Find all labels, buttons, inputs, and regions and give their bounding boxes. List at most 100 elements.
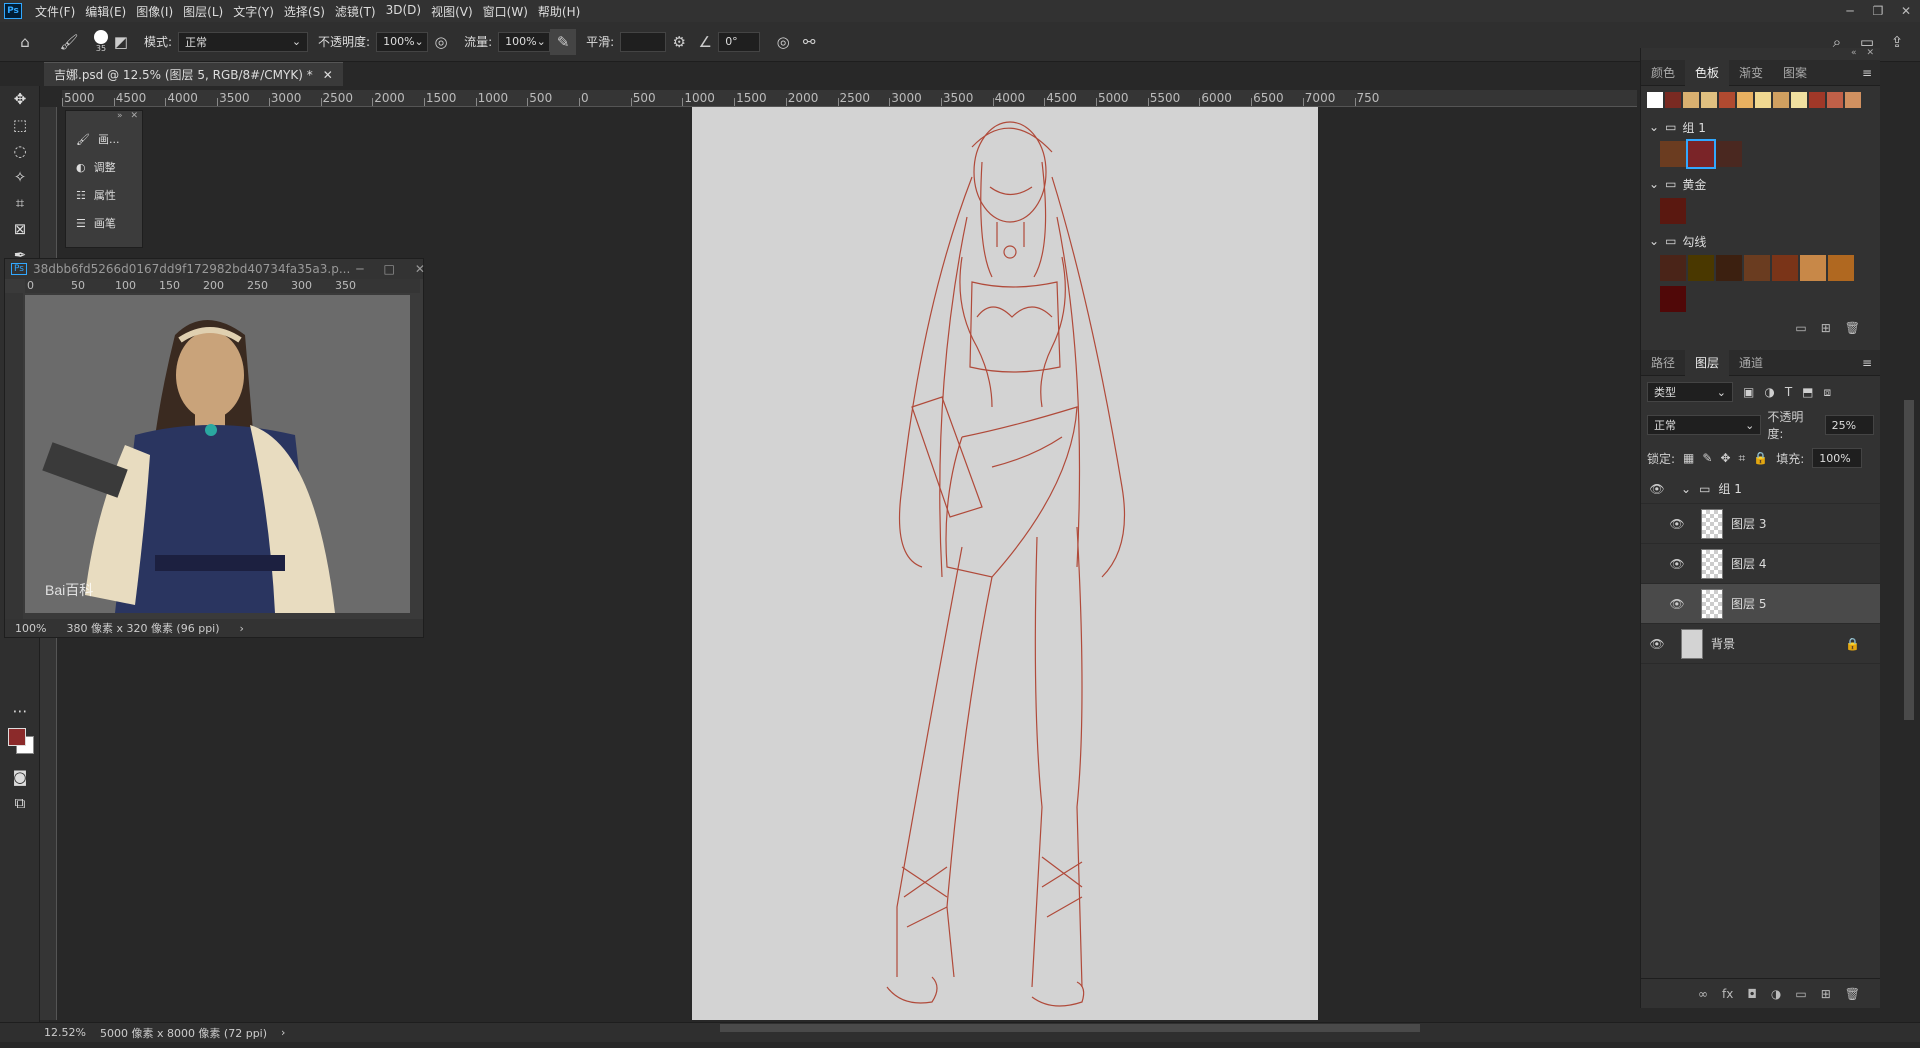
close-icon[interactable]: ✕	[1866, 48, 1874, 60]
minimize-icon[interactable]: ─	[356, 262, 363, 276]
layer-mask-icon[interactable]: ◘	[1747, 987, 1757, 1001]
layer-row[interactable]: 👁 背景 🔒	[1641, 624, 1880, 664]
menu-item-5[interactable]: 选择(S)	[279, 3, 330, 20]
chevron-down-icon[interactable]: ⌄	[1681, 482, 1691, 496]
swatch[interactable]	[1716, 255, 1742, 281]
menu-item-0[interactable]: 文件(F)	[30, 3, 80, 20]
menu-icon[interactable]: ≡	[1862, 356, 1880, 370]
layer-style-icon[interactable]: fx	[1722, 987, 1733, 1001]
pressure-size-icon[interactable]: ◎	[770, 29, 796, 55]
close-icon[interactable]: ✕	[130, 111, 138, 125]
swatch[interactable]	[1660, 141, 1686, 167]
layer-tab-2[interactable]: 通道	[1729, 350, 1773, 376]
swatch-2[interactable]	[1683, 92, 1699, 108]
close-tab-icon[interactable]: ✕	[323, 68, 333, 82]
swatch-7[interactable]	[1773, 92, 1789, 108]
new-group-icon[interactable]: ▭	[1795, 321, 1806, 335]
delete-icon[interactable]: 🗑	[1845, 321, 1860, 335]
delete-layer-icon[interactable]: 🗑	[1845, 987, 1860, 1001]
visibility-eye-icon[interactable]: 👁	[1661, 597, 1693, 611]
airbrush-icon[interactable]: ✎	[550, 28, 577, 55]
brush-preset-picker[interactable]: 35	[94, 30, 108, 53]
lock-all-icon[interactable]: 🔒	[1753, 451, 1768, 465]
magic-wand-tool-icon[interactable]: ✧	[0, 164, 40, 190]
swatch-group-2[interactable]: ⌄ ▭ 勾线	[1641, 228, 1880, 254]
float-item-1[interactable]: ◐ 调整	[66, 153, 142, 181]
expand-icon[interactable]: »	[117, 111, 123, 125]
visibility-eye-icon[interactable]: 👁	[1641, 482, 1673, 496]
menu-item-2[interactable]: 图像(I)	[131, 3, 178, 20]
layer-row[interactable]: 👁 ⌄ ▭ 组 1	[1641, 474, 1880, 504]
document-tab[interactable]: 吉娜.psd @ 12.5% (图层 5, RGB/8#/CMYK) * ✕	[44, 62, 343, 86]
swatch[interactable]	[1688, 255, 1714, 281]
swatch-tab-0[interactable]: 颜色	[1641, 60, 1685, 86]
reference-image-window[interactable]: Ps 38dbb6fd5266d0167dd9f172982bd40734fa3…	[4, 258, 425, 638]
chevron-right-icon[interactable]: ›	[240, 622, 244, 635]
layer-row[interactable]: 👁 图层 4	[1641, 544, 1880, 584]
swatch-8[interactable]	[1791, 92, 1807, 108]
reference-ruler[interactable]: 0 50 100 150 200 250 300 350	[25, 279, 420, 293]
artboard[interactable]	[692, 107, 1318, 1020]
swatch-3[interactable]	[1701, 92, 1717, 108]
layer-row[interactable]: 👁 图层 5	[1641, 584, 1880, 624]
menu-item-1[interactable]: 编辑(E)	[80, 3, 131, 20]
new-swatch-icon[interactable]: ⊞	[1821, 321, 1831, 335]
reference-zoom[interactable]: 100%	[15, 622, 46, 635]
lasso-tool-icon[interactable]: ◌	[0, 138, 40, 164]
swatch-9[interactable]	[1809, 92, 1825, 108]
menu-item-7[interactable]: 3D(D)	[381, 3, 426, 20]
link-layers-icon[interactable]: ∞	[1698, 987, 1708, 1001]
adjustment-filter-icon[interactable]: ◑	[1764, 385, 1774, 399]
swatch-0[interactable]	[1647, 92, 1663, 108]
lock-artboard-icon[interactable]: ⌗	[1739, 451, 1746, 466]
chevron-right-icon[interactable]: ›	[281, 1026, 285, 1039]
layer-opacity-input[interactable]: 25%	[1824, 415, 1874, 435]
swatch[interactable]	[1800, 255, 1826, 281]
smooth-input[interactable]	[620, 31, 667, 52]
float-item-3[interactable]: ☰ 画笔	[66, 209, 142, 237]
flow-input[interactable]: 100% ⌄	[498, 31, 551, 52]
close-icon[interactable]: ✕	[415, 262, 425, 276]
layer-filter-select[interactable]: 类型 ⌄	[1647, 382, 1733, 402]
angle-input[interactable]: 0°	[718, 31, 761, 52]
mode-select[interactable]: 正常 ⌄	[178, 31, 309, 52]
foreground-color[interactable]	[8, 728, 26, 746]
layer-tab-0[interactable]: 路径	[1641, 350, 1685, 376]
layer-row[interactable]: 👁 图层 3	[1641, 504, 1880, 544]
swatch[interactable]	[1686, 139, 1716, 169]
menu-item-8[interactable]: 视图(V)	[426, 3, 478, 20]
swatch-group-0[interactable]: ⌄ ▭ 组 1	[1641, 114, 1880, 140]
reference-window-titlebar[interactable]: Ps 38dbb6fd5266d0167dd9f172982bd40734fa3…	[5, 259, 425, 279]
swatch[interactable]	[1660, 255, 1686, 281]
minimize-icon[interactable]: ─	[1836, 0, 1864, 22]
lock-pixels-icon[interactable]: ✎	[1702, 451, 1712, 465]
vertical-scrollbar[interactable]	[1904, 400, 1914, 720]
home-icon[interactable]: ⌂	[12, 29, 38, 55]
type-filter-icon[interactable]: T	[1785, 385, 1792, 399]
horizontal-scrollbar[interactable]	[720, 1024, 1420, 1032]
pressure-opacity-icon[interactable]: ◎	[428, 29, 454, 55]
swatch[interactable]	[1828, 255, 1854, 281]
menu-icon[interactable]: ≡	[1862, 66, 1880, 80]
screen-mode-icon[interactable]: ⧉	[0, 790, 40, 816]
reference-vertical-ruler[interactable]	[5, 293, 23, 620]
swatch[interactable]	[1660, 286, 1686, 312]
more-tools-icon[interactable]: ⋯	[0, 698, 40, 724]
swatch-5[interactable]	[1737, 92, 1753, 108]
symmetry-icon[interactable]: ⚯	[796, 29, 822, 55]
swatch-tab-1[interactable]: 色板	[1685, 59, 1730, 86]
swatch-1[interactable]	[1665, 92, 1681, 108]
color-swatches[interactable]	[0, 724, 39, 764]
gear-icon[interactable]: ⚙	[666, 29, 692, 55]
brush-tool-icon[interactable]: 🖌	[56, 29, 82, 55]
chevron-down-icon[interactable]: ⌄	[1649, 120, 1659, 134]
menu-item-9[interactable]: 窗口(W)	[478, 3, 533, 20]
move-tool-icon[interactable]: ✥	[0, 86, 40, 112]
share-icon[interactable]: ⇪	[1884, 29, 1910, 55]
menu-item-6[interactable]: 滤镜(T)	[330, 3, 381, 20]
smart-object-filter-icon[interactable]: ⧈	[1824, 385, 1832, 400]
quick-mask-icon[interactable]: ◙	[0, 764, 40, 790]
swatch-11[interactable]	[1845, 92, 1861, 108]
crop-tool-icon[interactable]: ⌗	[0, 190, 40, 216]
swatch-tab-2[interactable]: 渐变	[1729, 60, 1773, 86]
